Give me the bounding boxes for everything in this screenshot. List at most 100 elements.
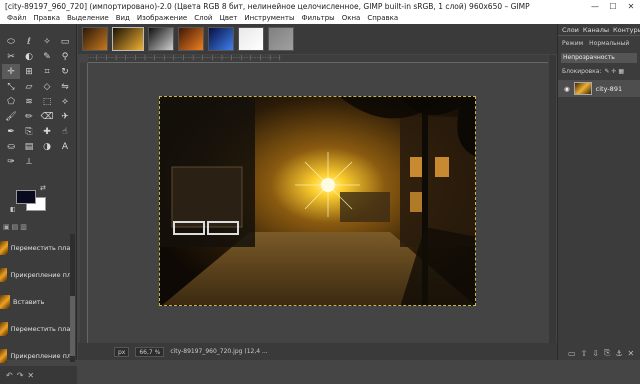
history-thumbnail [0,321,8,336]
menu-item-3[interactable]: Вид [115,13,131,24]
unified-transform-icon[interactable]: ⬚ [38,94,56,109]
clone-icon[interactable]: ⎘ [20,124,38,139]
text-icon[interactable]: A [56,139,74,154]
swap-colors-icon[interactable]: ⇄ [40,184,46,192]
history-tabs: ▣ ▤ ▥ [0,221,77,233]
zoom-icon[interactable]: ⚲ [56,49,74,64]
bucket-fill-icon[interactable]: ⛀ [2,139,20,154]
menu-item-10[interactable]: Справка [366,13,399,24]
mode-select[interactable]: Нормальный [589,40,629,47]
tab-layers[interactable]: Слои [562,26,579,34]
flip-icon[interactable]: ⇋ [56,79,74,94]
scissors-icon[interactable]: ✂ [2,49,20,64]
paths-icon[interactable]: ✑ [2,154,20,169]
image-tab[interactable] [148,27,174,51]
align-icon[interactable]: ⊞ [20,64,38,79]
new-layer-icon[interactable]: ▭ [568,349,576,358]
paintbrush-icon[interactable]: 🖌 [2,109,20,124]
lock-row: Блокировка: ✎ ✛ ▦ [558,66,640,77]
history-tab-2[interactable]: ▥ [20,223,27,231]
color-picker-icon[interactable]: ✎ [38,49,56,64]
crop-icon[interactable]: ⌗ [38,64,56,79]
lower-layer-icon[interactable]: ⇩ [592,349,599,358]
tab-paths[interactable]: Контуры [613,26,640,34]
close-button[interactable]: ✕ [622,0,640,13]
undo-icon[interactable]: ↶ [6,371,13,380]
menu-item-8[interactable]: Фильтры [300,13,335,24]
anchor-layer-icon[interactable]: ⚓ [615,349,622,358]
history-item[interactable]: Переместить плавающ [0,234,72,261]
airbrush-icon[interactable]: ✈ [56,109,74,124]
color-swatches[interactable]: ⇄ ◧ [10,184,50,214]
ellipse-select-icon[interactable]: ⬭ [2,34,20,49]
menu-item-1[interactable]: Правка [32,13,61,24]
heal-icon[interactable]: ✚ [38,124,56,139]
reset-colors-icon[interactable]: ◧ [10,206,16,213]
opacity-label: Непрозрачность [563,54,615,61]
image-tab[interactable] [268,27,294,51]
image-tab[interactable] [178,27,204,51]
foreground-color[interactable] [16,190,36,204]
menu-item-5[interactable]: Слой [193,13,213,24]
history-item[interactable]: Переместить плавающ [0,315,72,342]
pencil-icon[interactable]: ✏ [20,109,38,124]
menu-item-6[interactable]: Цвет [218,13,238,24]
history-scroll-thumb[interactable] [70,296,75,356]
history-item[interactable]: Прикрепление плавающ [0,342,72,369]
clear-history-icon[interactable]: ✕ [27,371,34,380]
history-tab-1[interactable]: ▤ [12,223,19,231]
duplicate-layer-icon[interactable]: ⎘ [604,348,610,358]
menu-item-9[interactable]: Окна [341,13,362,24]
handle-transform-icon[interactable]: ⟡ [56,94,74,109]
maximize-button[interactable]: ☐ [604,0,622,13]
lock-icons[interactable]: ✎ ✛ ▦ [604,68,624,75]
foreground-select-icon[interactable]: ◐ [20,49,38,64]
unit-select[interactable]: px [114,346,130,357]
dodge-icon[interactable]: ◑ [38,139,56,154]
history-tab-0[interactable]: ▣ [3,223,10,231]
rect-select-icon[interactable]: ▭ [56,34,74,49]
vertical-ruler[interactable] [80,63,88,343]
shear-icon[interactable]: ▱ [20,79,38,94]
history-scrollbar[interactable] [70,234,75,362]
dock-tabs: Слои Каналы Контуры [558,24,640,36]
ink-icon[interactable]: ✒ [2,124,20,139]
image-tab[interactable] [82,27,108,51]
ruler-marks: ·····|·····|·····|·····|·····|·····|····… [88,55,281,61]
menu-item-4[interactable]: Изображение [136,13,188,24]
fuzzy-select-icon[interactable]: ✧ [38,34,56,49]
move-icon[interactable]: ✛ [2,64,20,79]
raise-layer-icon[interactable]: ⇧ [581,349,588,358]
eye-icon[interactable]: ◉ [564,85,570,93]
gradient-icon[interactable]: ▤ [20,139,38,154]
image-tab[interactable] [238,27,264,51]
delete-layer-icon[interactable]: ✕ [628,349,635,358]
menu-item-2[interactable]: Выделение [66,13,110,24]
image-tab[interactable] [112,27,144,51]
smudge-icon[interactable]: ☝ [56,124,74,139]
rotate-icon[interactable]: ↻ [56,64,74,79]
tab-channels[interactable]: Каналы [583,26,609,34]
image-tab[interactable] [208,27,234,51]
status-bar: px 66,7 % city-89197_960_720.jpg (12,4 .… [78,343,558,360]
warp-icon[interactable]: ≋ [20,94,38,109]
perspective-icon[interactable]: ◇ [38,79,56,94]
opacity-slider[interactable]: Непрозрачность [561,53,637,63]
zoom-select[interactable]: 66,7 % [135,346,165,357]
canvas-vertical-scrollbar[interactable] [549,55,556,343]
image-canvas[interactable] [159,96,476,306]
history-item[interactable]: Прикрепление плавающ [0,261,72,288]
menu-item-7[interactable]: Инструменты [243,13,295,24]
lasso-icon[interactable]: ℓ [20,34,38,49]
cage-icon[interactable]: ⬠ [2,94,20,109]
eraser-icon[interactable]: ⌫ [38,109,56,124]
scale-icon[interactable]: ⤡ [2,79,20,94]
minimize-button[interactable]: — [586,0,604,13]
layer-row[interactable]: ◉ city-891 [558,80,640,97]
horizontal-ruler[interactable]: ·····|·····|·····|·····|·····|·····|····… [88,55,548,63]
history-thumbnail [0,294,10,309]
menu-item-0[interactable]: Файл [6,13,27,24]
measure-icon[interactable]: ⟂ [20,154,38,169]
history-item[interactable]: Вставить [0,288,72,315]
redo-icon[interactable]: ↷ [17,371,24,380]
